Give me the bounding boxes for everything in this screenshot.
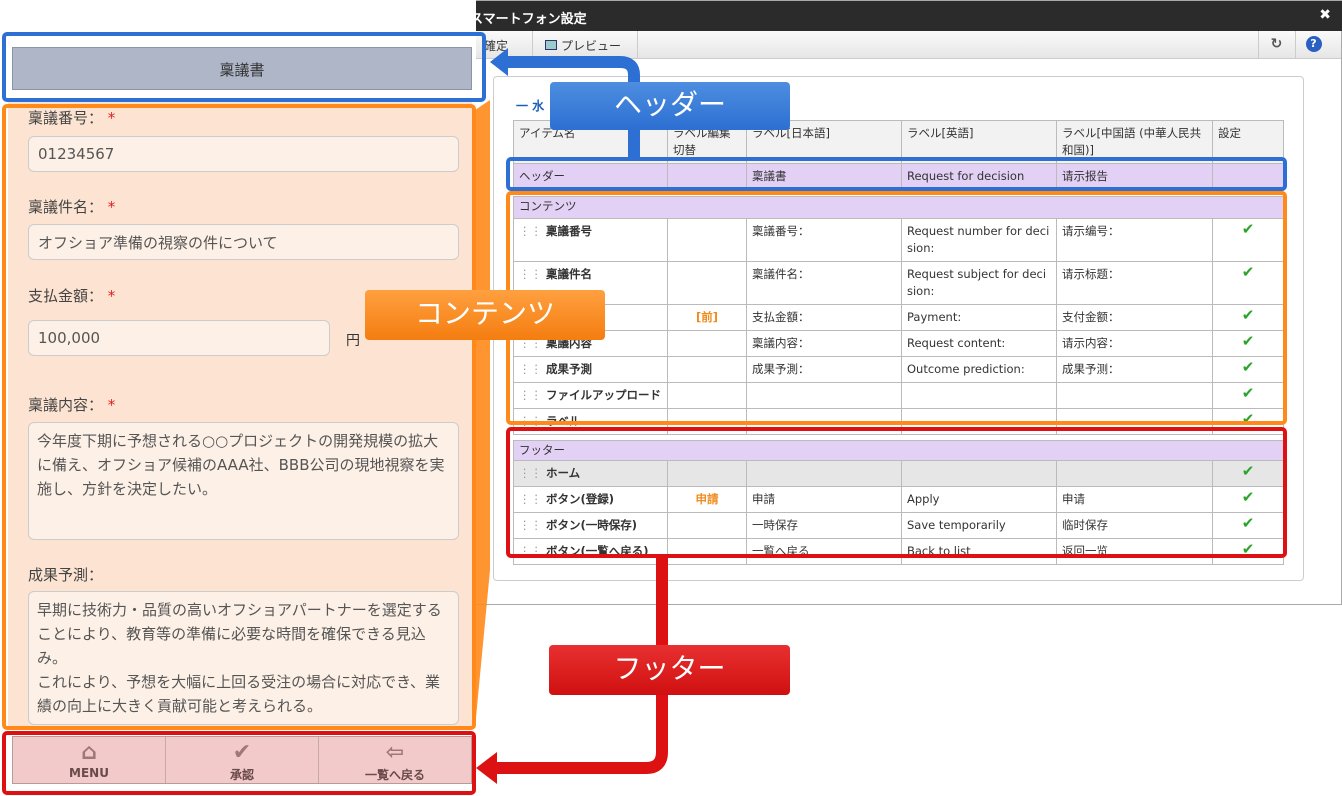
contents-connector [475, 100, 490, 728]
header-annotation: ヘッダー [550, 82, 790, 130]
header-arrowhead [490, 48, 508, 76]
contents-annotation: コンテンツ [365, 290, 605, 340]
footer-arrowhead [476, 752, 497, 784]
footer-annotation: フッター [549, 645, 790, 695]
